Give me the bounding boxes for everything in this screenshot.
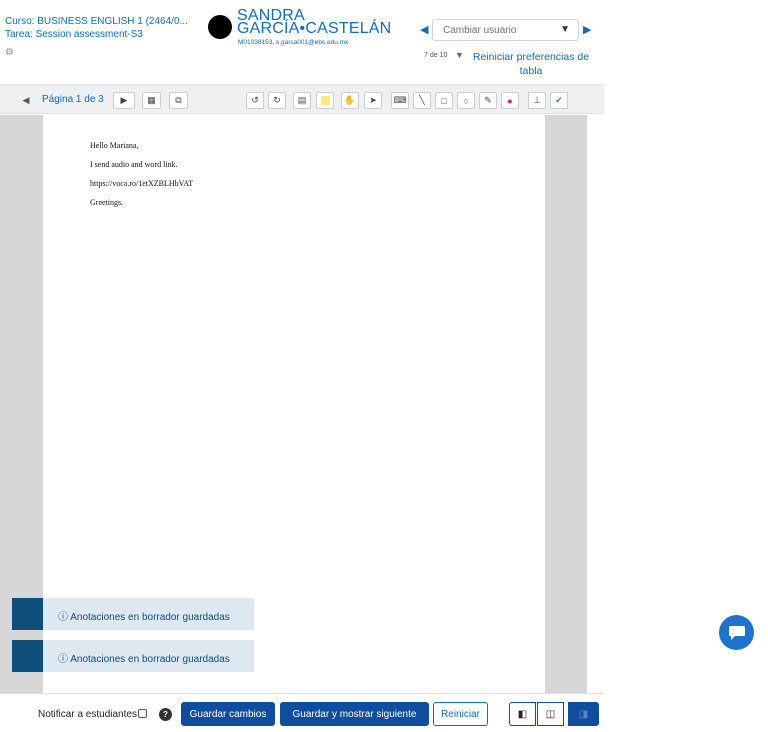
user-id-email: M01038153, s.garca001@ebc.edu.mx: [238, 39, 349, 46]
user-count: 7 de 10: [424, 52, 448, 59]
rectangle-tool-icon[interactable]: □: [435, 92, 453, 109]
previous-user-icon[interactable]: ◀: [420, 23, 428, 36]
collapse-grade-panel-icon[interactable]: ◨: [568, 702, 599, 726]
expand-comments-icon[interactable]: ⧉: [169, 92, 188, 109]
save-changes-button[interactable]: Guardar cambios: [181, 702, 275, 726]
course-info: Curso: BUSINESS ENGLISH 1 (2464/0... Tar…: [5, 16, 188, 41]
pan-hand-icon[interactable]: ✋: [341, 92, 359, 109]
info-icon: ⓘ: [58, 612, 68, 623]
toast-accent-bar: [12, 598, 43, 630]
next-page-icon[interactable]: ▶: [113, 92, 135, 109]
toast-message: ⓘ Anotaciones en borrador guardadas: [58, 608, 230, 623]
document-line: Hello Mariana,: [90, 141, 139, 150]
highlight-swatch: [320, 96, 330, 105]
collapse-review-panel-icon[interactable]: ◧: [509, 702, 536, 726]
user-name[interactable]: SANDRA GARCÍA•CASTELÁN: [237, 8, 392, 37]
course-link[interactable]: Curso: BUSINESS ENGLISH 1 (2464/0...: [5, 16, 188, 29]
oval-tool-icon[interactable]: ○: [457, 92, 475, 109]
search-comments-icon[interactable]: ▦: [142, 92, 161, 109]
change-user-select[interactable]: Cambiar usuario ▼: [432, 19, 579, 41]
default-layout-icon[interactable]: ◫: [537, 702, 564, 726]
notify-students-label: Notificar a estudiantes: [38, 709, 137, 720]
avatar: [208, 15, 232, 39]
chevron-down-icon: ▼: [560, 24, 570, 35]
comment-tool-icon[interactable]: ⌨: [391, 92, 409, 109]
draft-saved-toast: ⓘ Anotaciones en borrador guardadas: [12, 598, 254, 630]
save-and-show-next-button[interactable]: Guardar y mostrar siguiente: [280, 702, 429, 726]
toast-text: Anotaciones en borrador guardadas: [70, 654, 230, 665]
select-cursor-icon[interactable]: ➤: [364, 92, 382, 109]
rotate-left-icon[interactable]: ↺: [246, 92, 264, 109]
help-icon[interactable]: ?: [159, 708, 172, 721]
stamp-tool-icon[interactable]: ⊥: [528, 92, 546, 109]
document-text: Hello Mariana, I send audio and word lin…: [90, 141, 193, 217]
checkmark-stamp-icon[interactable]: ✔: [550, 92, 568, 109]
reset-button[interactable]: Reiniciar: [433, 702, 488, 726]
change-user-placeholder: Cambiar usuario: [443, 25, 517, 36]
annotation-toolbar: ◀ Página 1 de 3 ▶ ▦ ⧉ ↺ ↻ ▤ ✋ ➤ ⌨ ╲ □ ○ …: [0, 84, 604, 114]
user-name-last: GARCÍA•CASTELÁN: [237, 20, 392, 37]
line-tool-icon[interactable]: ╲: [413, 92, 431, 109]
notify-students-checkbox[interactable]: [138, 709, 147, 718]
previous-page-icon[interactable]: ◀: [15, 92, 37, 109]
info-icon: ⓘ: [58, 654, 68, 665]
highlight-color-icon[interactable]: [316, 92, 334, 109]
document-line: Greetings.: [90, 198, 124, 207]
annotation-color-icon[interactable]: ●: [501, 92, 519, 109]
next-user-icon[interactable]: ▶: [583, 23, 591, 36]
pen-tool-icon[interactable]: ✎: [479, 92, 497, 109]
filter-icon[interactable]: ▼: [455, 50, 464, 60]
toast-text: Anotaciones en borrador guardadas: [70, 612, 230, 623]
toast-message: ⓘ Anotaciones en borrador guardadas: [58, 650, 230, 665]
comment-color-icon[interactable]: ▤: [293, 92, 311, 109]
page-indicator[interactable]: Página 1 de 3: [42, 94, 104, 105]
chat-bubble-button[interactable]: [719, 615, 754, 650]
reset-table-preferences-link[interactable]: Reiniciar preferencias de tabla: [470, 50, 592, 78]
document-line: I send audio and word link.: [90, 160, 178, 169]
document-viewer[interactable]: Hello Mariana, I send audio and word lin…: [0, 115, 587, 693]
grader-footer: Notificar a estudiantes ? Guardar cambio…: [0, 693, 604, 732]
chat-icon: [728, 625, 745, 640]
toast-accent-bar: [12, 640, 43, 672]
grader-header: Curso: BUSINESS ENGLISH 1 (2464/0... Tar…: [0, 0, 604, 84]
rotate-right-icon[interactable]: ↻: [268, 92, 286, 109]
task-link[interactable]: Tarea: Session assessment-S3: [5, 29, 188, 42]
gear-icon[interactable]: ⚙: [5, 47, 14, 58]
draft-saved-toast: ⓘ Anotaciones en borrador guardadas: [12, 640, 254, 672]
document-line: https://voca.ro/1etXZBLHbVAT: [90, 179, 194, 188]
